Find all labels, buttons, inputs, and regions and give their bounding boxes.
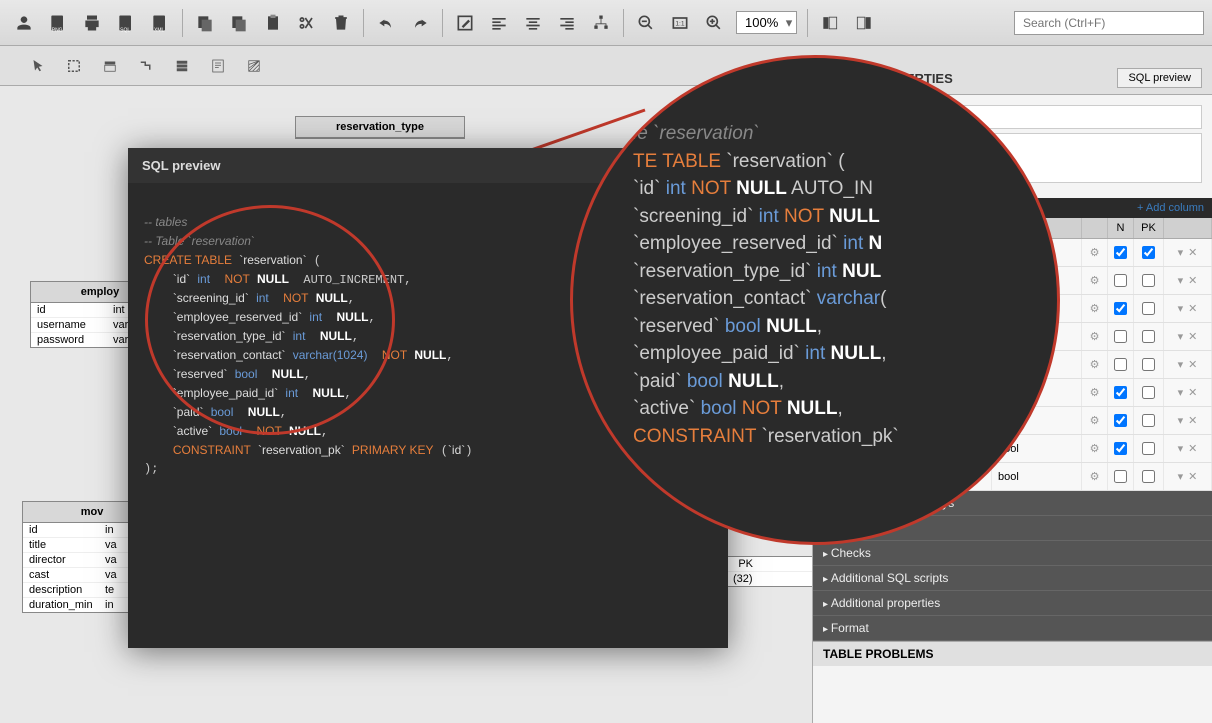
pk-checkbox[interactable] [1142, 358, 1155, 371]
magnified-view: le `reservation`TE TABLE `reservation` (… [570, 55, 1060, 545]
section-header[interactable]: Additional properties [813, 591, 1212, 616]
nullable-checkbox[interactable] [1114, 414, 1127, 427]
nullable-checkbox[interactable] [1114, 246, 1127, 259]
sql-preview-button[interactable]: SQL preview [1117, 68, 1202, 88]
remove-icon[interactable]: ✕ [1188, 414, 1197, 427]
dropdown-icon[interactable]: ▾ [1178, 330, 1184, 343]
pk-label: PK [733, 558, 753, 570]
dropdown-icon[interactable]: ▾ [1178, 470, 1184, 483]
svg-text:PNG: PNG [52, 27, 63, 33]
align-left-icon[interactable] [483, 7, 515, 39]
main-toolbar: PNG SQL XML 1:1 100% [0, 0, 1212, 46]
dropdown-icon[interactable]: ▾ [1178, 302, 1184, 315]
nullable-checkbox[interactable] [1114, 302, 1127, 315]
remove-icon[interactable]: ✕ [1188, 386, 1197, 399]
zoom-in-icon[interactable] [698, 7, 730, 39]
gear-icon[interactable]: ⚙ [1082, 295, 1108, 322]
pk-checkbox[interactable] [1142, 386, 1155, 399]
undo-icon[interactable] [370, 7, 402, 39]
svg-text:1:1: 1:1 [675, 20, 685, 27]
remove-icon[interactable]: ✕ [1188, 358, 1197, 371]
dropdown-icon[interactable]: ▾ [1178, 246, 1184, 259]
relation-tool-icon[interactable] [130, 51, 162, 81]
remove-icon[interactable]: ✕ [1188, 442, 1197, 455]
gear-icon[interactable]: ⚙ [1082, 267, 1108, 294]
copy2-icon[interactable] [223, 7, 255, 39]
section-header[interactable]: Format [813, 616, 1212, 641]
svg-text:SQL: SQL [120, 27, 130, 33]
edit-icon[interactable] [449, 7, 481, 39]
remove-icon[interactable]: ✕ [1188, 302, 1197, 315]
pk-checkbox[interactable] [1142, 442, 1155, 455]
table-reservation-type[interactable]: reservation_type [295, 116, 465, 139]
print-icon[interactable] [76, 7, 108, 39]
remove-icon[interactable]: ✕ [1188, 246, 1197, 259]
gear-icon[interactable]: ⚙ [1082, 239, 1108, 266]
pk-checkbox[interactable] [1142, 302, 1155, 315]
gear-icon[interactable]: ⚙ [1082, 407, 1108, 434]
tree-icon[interactable] [585, 7, 617, 39]
section-header[interactable]: Additional SQL scripts [813, 566, 1212, 591]
redo-icon[interactable] [404, 7, 436, 39]
gear-icon[interactable]: ⚙ [1082, 351, 1108, 378]
cut-icon[interactable] [291, 7, 323, 39]
table-problems-header: TABLE PROBLEMS [813, 641, 1212, 666]
remove-icon[interactable]: ✕ [1188, 330, 1197, 343]
hatch-tool-icon[interactable] [238, 51, 270, 81]
pk-checkbox[interactable] [1142, 414, 1155, 427]
pk-checkbox[interactable] [1142, 246, 1155, 259]
align-right-icon[interactable] [551, 7, 583, 39]
gear-icon[interactable]: ⚙ [1082, 323, 1108, 350]
note-tool-icon[interactable] [202, 51, 234, 81]
delete-icon[interactable] [325, 7, 357, 39]
nullable-checkbox[interactable] [1114, 386, 1127, 399]
pk-checkbox[interactable] [1142, 470, 1155, 483]
dropdown-icon[interactable]: ▾ [1178, 274, 1184, 287]
nullable-checkbox[interactable] [1114, 358, 1127, 371]
separator [363, 9, 364, 37]
nullable-checkbox[interactable] [1114, 470, 1127, 483]
dropdown-icon[interactable]: ▾ [1178, 386, 1184, 399]
stack-tool-icon[interactable] [166, 51, 198, 81]
xml-export-icon[interactable]: XML [144, 7, 176, 39]
size-label: (32) [733, 573, 753, 585]
png-export-icon[interactable]: PNG [42, 7, 74, 39]
zoom-out-icon[interactable] [630, 7, 662, 39]
nullable-checkbox[interactable] [1114, 330, 1127, 343]
table-tool-icon[interactable] [94, 51, 126, 81]
section-header[interactable]: Checks [813, 541, 1212, 566]
svg-text:XML: XML [154, 27, 165, 33]
copy-icon[interactable] [189, 7, 221, 39]
separator [623, 9, 624, 37]
pointer-tool-icon[interactable] [22, 51, 54, 81]
table-partial[interactable]: PK (32) [726, 556, 812, 587]
pk-checkbox[interactable] [1142, 330, 1155, 343]
pk-checkbox[interactable] [1142, 274, 1155, 287]
nullable-checkbox[interactable] [1114, 442, 1127, 455]
remove-icon[interactable]: ✕ [1188, 470, 1197, 483]
zoom-select[interactable]: 100% [736, 11, 797, 34]
dropdown-icon[interactable]: ▾ [1178, 358, 1184, 371]
dropdown-icon[interactable]: ▾ [1178, 414, 1184, 427]
separator [182, 9, 183, 37]
gear-icon[interactable]: ⚙ [1082, 379, 1108, 406]
nullable-checkbox[interactable] [1114, 274, 1127, 287]
marquee-tool-icon[interactable] [58, 51, 90, 81]
separator [442, 9, 443, 37]
sql-export-icon[interactable]: SQL [110, 7, 142, 39]
search-input[interactable] [1014, 11, 1204, 35]
dropdown-icon[interactable]: ▾ [1178, 442, 1184, 455]
paste-icon[interactable] [257, 7, 289, 39]
zoom-11-icon[interactable]: 1:1 [664, 7, 696, 39]
layout2-icon[interactable] [848, 7, 880, 39]
gear-icon[interactable]: ⚙ [1082, 463, 1108, 490]
gear-icon[interactable]: ⚙ [1082, 435, 1108, 462]
table-header: reservation_type [296, 117, 464, 138]
separator [807, 9, 808, 37]
layout1-icon[interactable] [814, 7, 846, 39]
users-icon[interactable] [8, 7, 40, 39]
align-center-icon[interactable] [517, 7, 549, 39]
remove-icon[interactable]: ✕ [1188, 274, 1197, 287]
